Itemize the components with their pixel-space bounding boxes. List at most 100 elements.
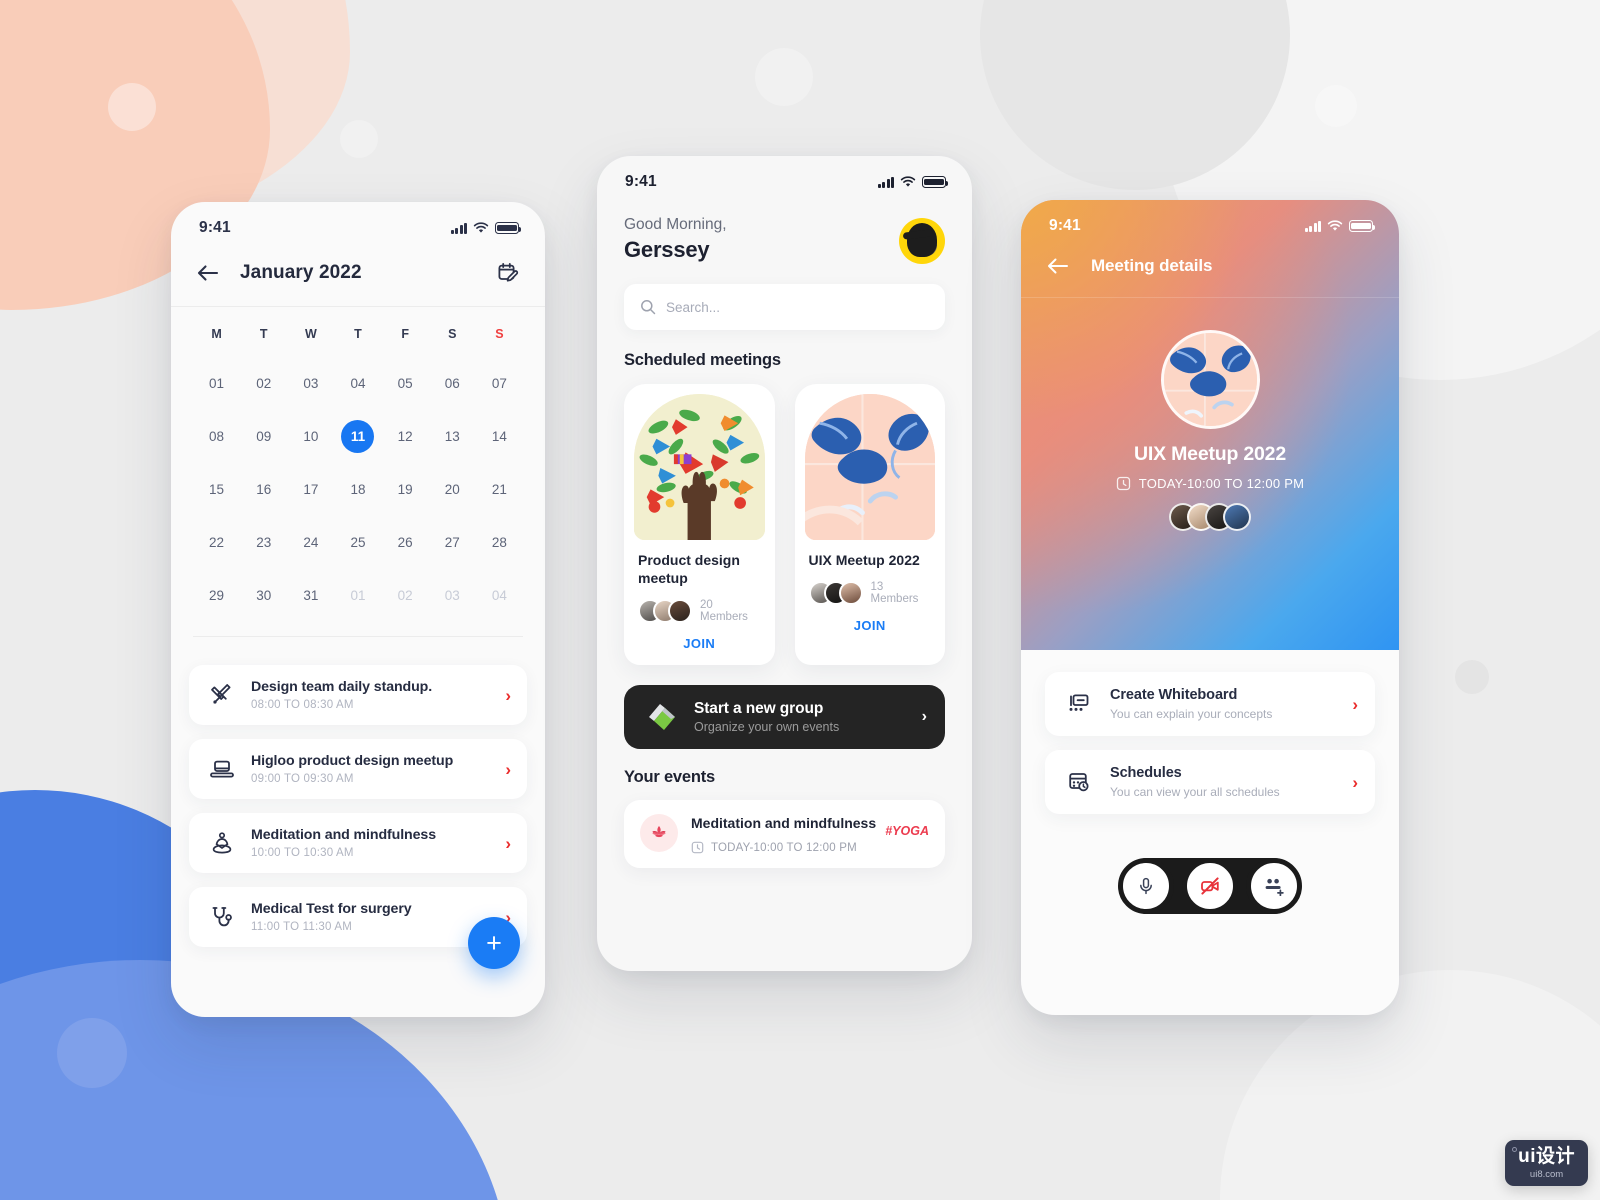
meeting-details-screen: 9:41 Meeting details UIX Meetup 2022 TOD… — [1021, 200, 1399, 1015]
greeting-username: Gerssey — [624, 237, 710, 262]
calendar-week-row: 01 02 03 04 05 06 07 — [193, 357, 523, 410]
bg-dot-peach — [108, 83, 156, 131]
action-create-whiteboard[interactable]: Create Whiteboard You can explain your c… — [1045, 672, 1375, 736]
calendar-day[interactable]: 29 — [193, 569, 240, 622]
calendar-day-label: 13 — [444, 429, 460, 444]
calendar-day[interactable]: 03 — [429, 569, 476, 622]
calendar-day[interactable]: 13 — [429, 410, 476, 463]
calendar-day-label: 16 — [256, 482, 272, 497]
calendar-day[interactable]: 01 — [193, 357, 240, 410]
calendar-day[interactable]: 25 — [334, 516, 381, 569]
battery-icon — [1349, 220, 1376, 232]
calendar-day[interactable]: 04 — [476, 569, 523, 622]
calendar-day[interactable]: 19 — [382, 463, 429, 516]
video-off-button[interactable] — [1182, 858, 1238, 914]
bg-dot-4 — [1455, 660, 1489, 694]
calendar-day[interactable]: 22 — [193, 516, 240, 569]
calendar-day-label: 10 — [303, 429, 319, 444]
calendar-day-label: 24 — [303, 535, 319, 550]
details-body: Create Whiteboard You can explain your c… — [1021, 650, 1399, 914]
calendar-day[interactable]: 05 — [382, 357, 429, 410]
calendar-day[interactable]: 20 — [429, 463, 476, 516]
dow-sun: S — [495, 327, 504, 341]
calendar-day[interactable]: 01 — [334, 569, 381, 622]
calendar-day[interactable]: 06 — [429, 357, 476, 410]
calendar-day-label: 04 — [350, 376, 366, 391]
meeting-item-title: Meditation and mindfulness — [251, 827, 436, 843]
event-card[interactable]: Meditation and mindfulness TODAY-10:00 T… — [624, 799, 945, 868]
event-body: Meditation and mindfulness TODAY-10:00 T… — [678, 814, 885, 854]
divider — [1021, 297, 1399, 298]
control-group — [1118, 858, 1302, 914]
calendar-day-label: 19 — [397, 482, 413, 497]
wifi-icon — [900, 176, 916, 187]
calendar-header: January 2022 — [171, 248, 545, 307]
arrow-left-icon[interactable] — [197, 264, 219, 282]
scheduled-meetings-title: Scheduled meetings — [624, 351, 781, 369]
meeting-time-text: TODAY-10:00 TO 12:00 PM — [1138, 476, 1305, 491]
calendar-day-label: 03 — [444, 588, 460, 603]
calendar-day[interactable]: 23 — [240, 516, 287, 569]
calendar-day-label: 29 — [209, 588, 225, 603]
meeting-card-members: 13 Members — [808, 580, 932, 605]
calendar-day[interactable]: 30 — [240, 569, 287, 622]
calendar-day[interactable]: 31 — [287, 569, 334, 622]
meeting-list-item[interactable]: Meditation and mindfulness 10:00 TO 10:30… — [189, 813, 527, 873]
calendar-day[interactable]: 24 — [287, 516, 334, 569]
meeting-item-time: 09:00 TO 09:30 AM — [251, 773, 354, 785]
calendar-day[interactable]: 16 — [240, 463, 287, 516]
attendee-avatars[interactable] — [1021, 503, 1399, 531]
meeting-card[interactable]: Product design meetup 20 Members JOIN — [624, 384, 775, 665]
calendar-day[interactable]: 18 — [334, 463, 381, 516]
calendar-edit-icon[interactable] — [497, 262, 519, 284]
dow-sat: S — [448, 327, 457, 341]
calendar-day-label: 15 — [209, 482, 225, 497]
new-group-subtitle: Organize your own events — [694, 719, 840, 734]
member-count: 20 Members — [700, 598, 748, 623]
calendar-day[interactable]: 27 — [429, 516, 476, 569]
laptop-icon — [205, 757, 239, 781]
calendar-day[interactable]: 02 — [382, 569, 429, 622]
calendar-day[interactable]: 14 — [476, 410, 523, 463]
signal-icon — [1304, 220, 1321, 232]
meeting-item-time: 08:00 TO 08:30 AM — [251, 699, 354, 711]
calendar-day[interactable]: 10 — [287, 410, 334, 463]
calendar-day[interactable]: 12 — [382, 410, 429, 463]
meeting-time: TODAY-10:00 TO 12:00 PM — [1021, 476, 1399, 491]
calendar-day[interactable]: 26 — [382, 516, 429, 569]
page-title: January 2022 — [240, 262, 362, 283]
calendar-day[interactable]: 07 — [476, 357, 523, 410]
avatar[interactable] — [899, 218, 945, 264]
calendar-day[interactable]: 02 — [240, 357, 287, 410]
join-button[interactable]: JOIN — [634, 636, 765, 651]
dow-fri: F — [401, 327, 409, 341]
search-input[interactable] — [656, 299, 929, 315]
meeting-list-item[interactable]: Higloo product design meetup 09:00 TO 09:… — [189, 739, 527, 799]
birds-tree-illustration — [634, 394, 765, 540]
calendar-day[interactable]: 08 — [193, 410, 240, 463]
search-bar[interactable] — [624, 284, 945, 330]
meeting-list-item[interactable]: Design team daily standup. 08:00 TO 08:30… — [189, 665, 527, 725]
calendar-week-row: 15 16 17 18 19 20 21 — [193, 463, 523, 516]
bg-dot-1 — [340, 120, 378, 158]
calendar-day[interactable]: 04 — [334, 357, 381, 410]
calendar-day-selected[interactable]: 11 — [334, 410, 381, 463]
add-event-fab[interactable]: + — [468, 917, 520, 969]
microphone-button[interactable] — [1118, 858, 1174, 914]
action-schedules[interactable]: Schedules You can view your all schedule… — [1045, 750, 1375, 814]
greeting-block: Good Morning, Gerssey — [597, 202, 972, 264]
meeting-card-name: Product design meetup — [638, 552, 740, 586]
calendar-day[interactable]: 15 — [193, 463, 240, 516]
calendar-day[interactable]: 21 — [476, 463, 523, 516]
calendar-day[interactable]: 03 — [287, 357, 334, 410]
meeting-card[interactable]: UIX Meetup 2022 13 Members JOIN — [794, 384, 945, 665]
start-new-group-button[interactable]: Start a new group Organize your own even… — [624, 684, 945, 749]
arrow-left-icon[interactable] — [1047, 257, 1069, 275]
calendar-day[interactable]: 09 — [240, 410, 287, 463]
add-person-button[interactable] — [1246, 858, 1302, 914]
calendar-day[interactable]: 28 — [476, 516, 523, 569]
meeting-item-text: Meditation and mindfulness 10:00 TO 10:30… — [239, 827, 505, 859]
join-button[interactable]: JOIN — [805, 618, 936, 633]
calendar-day[interactable]: 17 — [287, 463, 334, 516]
status-icons — [877, 176, 949, 188]
